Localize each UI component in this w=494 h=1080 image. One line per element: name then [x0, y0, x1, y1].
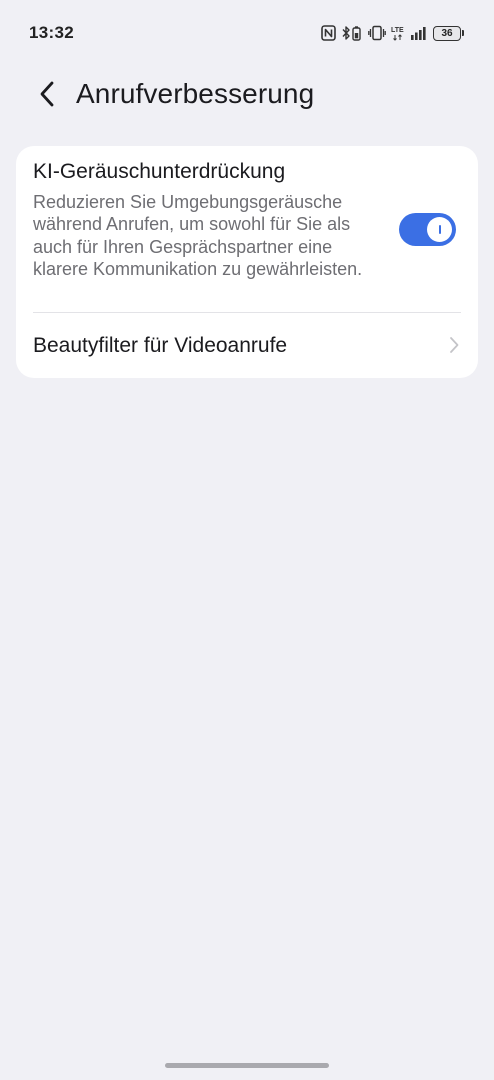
back-arrow-icon: [40, 81, 54, 107]
beauty-filter-row[interactable]: Beautyfilter für Videoanrufe: [16, 313, 478, 378]
app-header: Anrufverbesserung: [0, 66, 494, 122]
battery-tip: [462, 30, 464, 36]
screen: 13:32 LTE 36 Anrufverbesserung KI-Geräus…: [0, 0, 494, 1080]
page-title: Anrufverbesserung: [76, 78, 315, 109]
settings-card: KI-Geräuschunterdrückung Reduzieren Sie …: [16, 146, 478, 378]
noise-reduction-row[interactable]: KI-Geräuschunterdrückung Reduzieren Sie …: [16, 146, 478, 312]
battery-icon: 36: [433, 25, 464, 41]
noise-reduction-toggle[interactable]: [399, 213, 456, 246]
status-icons: LTE 36: [321, 25, 464, 41]
beauty-filter-label: Beautyfilter für Videoanrufe: [33, 333, 288, 357]
nfc-icon: [321, 25, 336, 41]
status-bar: 13:32 LTE 36: [0, 0, 494, 66]
toggle-on-mark: [438, 225, 441, 234]
chevron-right-icon: [450, 337, 459, 353]
toggle-knob: [427, 217, 452, 242]
signal-icon: [410, 25, 428, 41]
svg-text:LTE: LTE: [391, 27, 404, 34]
noise-reduction-description: Reduzieren Sie Umgebungsgeräusche währen…: [33, 192, 363, 280]
battery-level: 36: [433, 25, 461, 41]
status-time: 13:32: [29, 23, 74, 42]
noise-reduction-title: KI-Geräuschunterdrückung: [33, 160, 286, 183]
lte-icon: LTE: [391, 25, 405, 41]
home-indicator[interactable]: [165, 1063, 329, 1068]
bluetooth-battery-icon: [341, 25, 363, 41]
vibrate-icon: [368, 25, 386, 41]
back-button[interactable]: [28, 74, 68, 114]
